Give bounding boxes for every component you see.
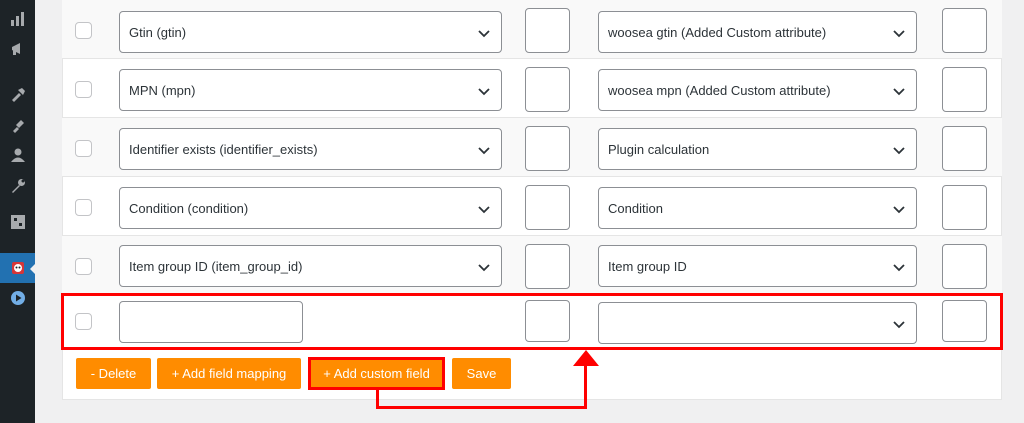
highlight-button-box [308, 357, 445, 390]
chevron-down-icon [478, 206, 490, 214]
chevron-down-icon [893, 206, 905, 214]
suffix-input[interactable] [942, 244, 987, 289]
chevron-down-icon [478, 147, 490, 155]
table-row: Item group ID (item_group_id) Item group… [62, 236, 1002, 295]
value-select-value: woosea gtin (Added Custom attribute) [608, 24, 827, 40]
suffix-input[interactable] [942, 67, 987, 112]
table-row: Condition (condition) Condition [62, 177, 1002, 236]
prefix-input[interactable] [525, 67, 570, 112]
prefix-input[interactable] [525, 8, 570, 53]
megaphone-icon[interactable] [0, 34, 35, 64]
field-select[interactable]: Item group ID (item_group_id) [119, 245, 502, 287]
prefix-input[interactable] [525, 185, 570, 230]
row-checkbox[interactable] [75, 258, 92, 275]
save-button[interactable]: Save [452, 358, 511, 389]
chevron-down-icon [478, 264, 490, 272]
add-field-mapping-button[interactable]: + Add field mapping [157, 358, 301, 389]
value-select[interactable]: woosea gtin (Added Custom attribute) [598, 11, 917, 53]
field-select-value: MPN (mpn) [129, 82, 196, 98]
field-select[interactable]: MPN (mpn) [119, 69, 502, 111]
prefix-input[interactable] [525, 244, 570, 289]
chevron-down-icon [893, 30, 905, 38]
field-select-value: Identifier exists (identifier_exists) [129, 141, 318, 157]
row-checkbox[interactable] [75, 81, 92, 98]
prefix-input[interactable] [525, 126, 570, 171]
field-select-value: Condition (condition) [129, 200, 249, 216]
chevron-down-icon [478, 30, 490, 38]
highlight-row-box [61, 293, 1003, 350]
annotation-arrow-line [376, 406, 587, 409]
field-select-value: Item group ID (item_group_id) [129, 258, 303, 274]
table-row: MPN (mpn) woosea mpn (Added Custom attri… [62, 59, 1002, 118]
value-select-value: Condition [608, 200, 663, 216]
hammer-icon[interactable] [0, 80, 35, 110]
row-checkbox[interactable] [75, 22, 92, 39]
chart-bar-icon[interactable] [0, 4, 35, 34]
delete-button[interactable]: - Delete [76, 358, 151, 389]
row-checkbox[interactable] [75, 140, 92, 157]
value-select-value: woosea mpn (Added Custom attribute) [608, 82, 831, 98]
table-row: Identifier exists (identifier_exists) Pl… [62, 118, 1002, 177]
chevron-down-icon [893, 264, 905, 272]
plug-icon[interactable] [0, 111, 35, 141]
row-checkbox[interactable] [75, 199, 92, 216]
play-circle-icon[interactable] [0, 283, 35, 313]
value-select[interactable]: Condition [598, 187, 917, 229]
user-icon[interactable] [0, 140, 35, 170]
value-select[interactable]: Plugin calculation [598, 128, 917, 170]
value-select-value: Plugin calculation [608, 141, 710, 157]
field-select-value: Gtin (gtin) [129, 24, 187, 40]
wrench-icon[interactable] [0, 171, 35, 201]
grid-icon[interactable] [0, 207, 35, 237]
arrow-up-icon [573, 350, 599, 366]
chevron-down-icon [478, 88, 490, 96]
field-select[interactable]: Identifier exists (identifier_exists) [119, 128, 502, 170]
field-select[interactable]: Condition (condition) [119, 187, 502, 229]
suffix-input[interactable] [942, 185, 987, 230]
annotation-arrow-line [584, 364, 587, 409]
suffix-input[interactable] [942, 8, 987, 53]
chevron-down-icon [893, 147, 905, 155]
field-select[interactable]: Gtin (gtin) [119, 11, 502, 53]
plugin-face-icon[interactable] [0, 253, 36, 283]
value-select[interactable]: Item group ID [598, 245, 917, 287]
value-select[interactable]: woosea mpn (Added Custom attribute) [598, 69, 917, 111]
value-select-value: Item group ID [608, 258, 687, 274]
chevron-down-icon [893, 88, 905, 96]
admin-sidebar [0, 0, 36, 423]
table-row: Gtin (gtin) woosea gtin (Added Custom at… [62, 0, 1002, 59]
suffix-input[interactable] [942, 126, 987, 171]
